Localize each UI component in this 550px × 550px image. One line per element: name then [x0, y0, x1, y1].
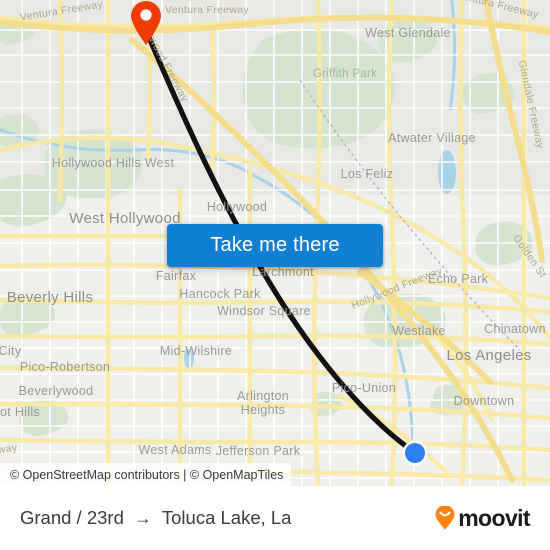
- moovit-logo[interactable]: moovit: [434, 504, 531, 532]
- map-label: Pico-Robertson: [20, 360, 110, 374]
- map-label: Westlake: [392, 324, 446, 338]
- map-label: Chinatown: [484, 322, 546, 336]
- trip-origin-label: Grand / 23rd: [20, 507, 124, 528]
- map-label: West Adams: [139, 443, 212, 457]
- moovit-trip-map-screen: Ventura Freeway Ventura Freeway Ventura Fr…: [0, 0, 550, 550]
- map-label: ot Hills: [0, 405, 40, 419]
- map-label: Los Feliz: [341, 167, 394, 181]
- map-label: Beverlywood: [19, 384, 94, 398]
- map-label: Windsor Square: [217, 304, 311, 318]
- map-label: Heights: [241, 403, 285, 417]
- origin-dot-icon[interactable]: [399, 437, 431, 469]
- destination-pin-icon[interactable]: [128, 0, 164, 46]
- map-label: Hollywood: [207, 200, 267, 214]
- map-label: West Glendale: [365, 26, 451, 40]
- trip-summary: Grand / 23rd → Toluca Lake, La: [20, 507, 291, 529]
- arrow-right-icon: →: [133, 507, 152, 528]
- take-me-there-button[interactable]: Take me there: [167, 224, 383, 267]
- map-label: Griffith Park: [313, 68, 377, 80]
- map-label: Fairfax: [156, 269, 197, 283]
- map-label: City: [0, 344, 22, 358]
- trip-destination-label: Toluca Lake, La: [161, 507, 292, 528]
- trip-footer: Grand / 23rd → Toluca Lake, La moovit: [0, 486, 550, 550]
- map-label: Los Angeles: [446, 347, 531, 364]
- moovit-pin-icon: [435, 506, 455, 530]
- map-label: Mid-Wilshire: [160, 344, 232, 358]
- map-label: Hollywood Hills West: [52, 156, 175, 170]
- map-label: Hancock Park: [179, 287, 261, 301]
- map-label: Atwater Village: [388, 131, 476, 145]
- map-attribution[interactable]: © OpenStreetMap contributors | © OpenMap…: [0, 463, 292, 486]
- map-label: Jefferson Park: [216, 444, 301, 458]
- map-label: Downtown: [454, 394, 515, 408]
- map-label: Larchmont: [252, 265, 314, 279]
- reservoir: [438, 150, 456, 194]
- map-canvas[interactable]: Ventura Freeway Ventura Freeway Ventura Fr…: [0, 0, 550, 486]
- map-label: Ventura Freeway: [165, 4, 249, 16]
- map-label: Arlington: [237, 389, 289, 403]
- map-label: Pico-Union: [332, 381, 396, 395]
- map-label: Beverly Hills: [7, 289, 93, 306]
- map-label: West Hollywood: [69, 210, 180, 227]
- moovit-wordmark: moovit: [458, 504, 530, 531]
